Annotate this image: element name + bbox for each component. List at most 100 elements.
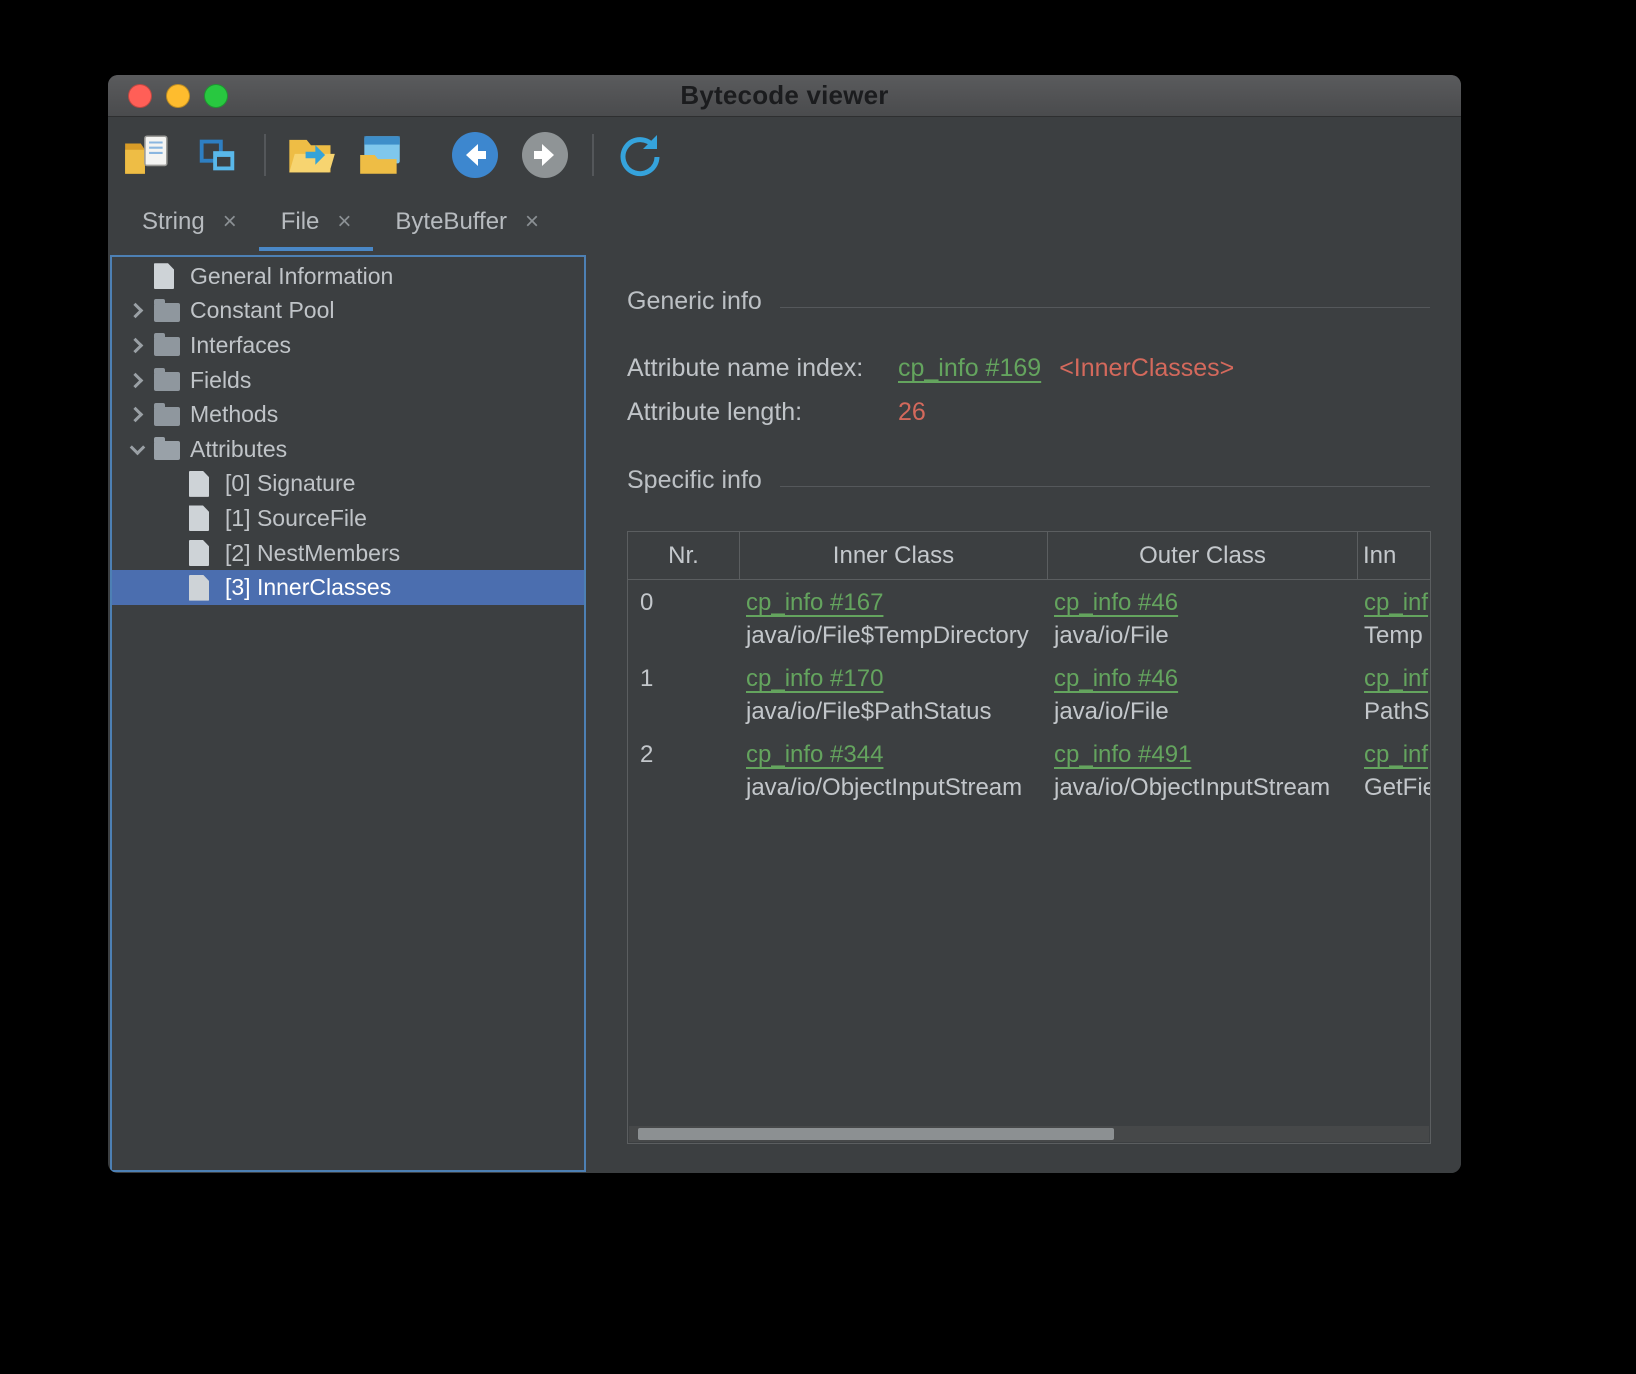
open-class-file-icon — [125, 134, 168, 174]
toolbar-separator — [264, 133, 266, 176]
back-icon — [452, 131, 498, 178]
row-number: 1 — [640, 665, 654, 692]
tab-string[interactable]: String × — [120, 192, 259, 251]
outer-class-link[interactable]: cp_info #46 — [1054, 586, 1358, 619]
forward-button[interactable] — [518, 128, 572, 182]
chevron-right-icon[interactable] — [120, 406, 154, 423]
new-window-icon — [199, 139, 235, 170]
sidebar-item-methods[interactable]: Methods — [112, 397, 584, 432]
table-header-row: Nr. Inner Class Outer Class Inn — [628, 532, 1430, 580]
inner-class-link[interactable]: cp_info #344 — [746, 738, 1048, 771]
tab-file[interactable]: File × — [258, 192, 374, 251]
inner-name-link[interactable]: cp_inf — [1364, 662, 1430, 695]
inner-name-text: GetFie — [1364, 774, 1431, 801]
tab-bytebuffer-label: ByteBuffer — [395, 207, 508, 235]
chevron-down-icon[interactable] — [120, 439, 154, 456]
folder-icon — [154, 402, 186, 426]
inner-class-link[interactable]: cp_info #170 — [746, 662, 1048, 695]
window-title: Bytecode viewer — [680, 80, 889, 110]
sidebar-item-constant-pool[interactable]: Constant Pool — [112, 294, 584, 329]
tab-string-label: String — [142, 207, 205, 235]
folder-icon — [154, 333, 186, 357]
inner-class-name: java/io/File$TempDirectory — [746, 622, 1029, 649]
content-area: General Information Constant Pool Interf… — [108, 252, 1461, 1173]
column-header-inner-name: Inn — [1363, 541, 1397, 569]
document-icon — [189, 540, 221, 567]
heading-rule — [779, 307, 1430, 308]
sidebar-item-interfaces[interactable]: Interfaces — [112, 328, 584, 363]
table-row: 2 cp_info #344 java/io/ObjectInputStream… — [628, 732, 1430, 804]
open-folder-icon — [289, 139, 335, 172]
attribute-name-index-label: Attribute name index: — [627, 354, 864, 382]
column-header-nr: Nr. — [628, 532, 740, 579]
cp-info-169-link[interactable]: cp_info #169 — [898, 354, 1041, 382]
document-icon — [189, 574, 221, 601]
tab-file-close-icon[interactable]: × — [337, 209, 351, 234]
folder-icon — [154, 368, 186, 392]
detail-panel: Generic info Attribute name index: cp_inf… — [586, 252, 1461, 1173]
document-icon — [154, 263, 186, 290]
generic-info-heading: Generic info — [627, 287, 1430, 316]
close-window-button[interactable] — [128, 83, 152, 108]
document-icon — [189, 470, 221, 497]
outer-class-name: java/io/ObjectInputStream — [1054, 774, 1331, 801]
sidebar-item-general-information[interactable]: General Information — [112, 259, 584, 294]
tab-file-label: File — [280, 207, 320, 235]
traffic-lights — [128, 83, 228, 108]
attribute-length-label: Attribute length: — [627, 398, 803, 426]
forward-icon — [522, 131, 568, 178]
chevron-right-icon[interactable] — [120, 303, 154, 319]
tab-string-close-icon[interactable]: × — [223, 209, 237, 234]
attribute-name-index-row: Attribute name index: cp_info #169 <InnerC… — [627, 352, 1234, 384]
zoom-window-button[interactable] — [204, 83, 228, 108]
column-header-outer-class: Outer Class — [1048, 532, 1358, 579]
save-workspace-button[interactable] — [354, 128, 408, 182]
tab-bar: String × File × ByteBuffer × — [108, 192, 1461, 251]
inner-name-text: Temp — [1364, 622, 1423, 649]
inner-name-link[interactable]: cp_inf — [1364, 738, 1430, 771]
inner-class-link[interactable]: cp_info #167 — [746, 586, 1048, 619]
sidebar-item-attributes[interactable]: Attributes — [112, 432, 584, 467]
document-icon — [189, 505, 221, 532]
structure-tree-panel: General Information Constant Pool Interf… — [110, 255, 586, 1172]
back-button[interactable] — [448, 128, 502, 182]
toolbar-separator — [592, 133, 594, 176]
heading-rule — [779, 486, 1430, 487]
new-window-button[interactable] — [190, 128, 244, 182]
attribute-length-row: Attribute length: 26 — [627, 396, 926, 428]
inner-name-link[interactable]: cp_inf — [1364, 586, 1430, 619]
outer-class-link[interactable]: cp_info #46 — [1054, 662, 1358, 695]
sidebar-item-sourcefile[interactable]: [1] SourceFile — [112, 501, 584, 536]
chevron-right-icon[interactable] — [120, 372, 154, 388]
inner-classes-table: Nr. Inner Class Outer Class Inn 0 cp_inf… — [627, 531, 1431, 1144]
horizontal-scrollbar-thumb[interactable] — [638, 1128, 1114, 1140]
inner-class-name: java/io/File$PathStatus — [746, 698, 992, 725]
outer-class-link[interactable]: cp_info #491 — [1054, 738, 1358, 771]
open-class-file-button[interactable] — [120, 128, 174, 182]
reload-icon — [620, 134, 660, 176]
sidebar-item-innerclasses[interactable]: [3] InnerClasses — [112, 570, 584, 605]
sidebar-item-nestmembers[interactable]: [2] NestMembers — [112, 536, 584, 571]
sidebar-item-signature[interactable]: [0] Signature — [112, 467, 584, 502]
reload-button[interactable] — [612, 128, 666, 182]
horizontal-scrollbar[interactable] — [629, 1126, 1429, 1142]
open-used-file-button[interactable] — [284, 128, 338, 182]
table-row: 1 cp_info #170 java/io/File$PathStatus c… — [628, 656, 1430, 728]
minimize-window-button[interactable] — [166, 83, 190, 108]
row-number: 2 — [640, 741, 654, 768]
save-workspace-icon — [360, 135, 400, 174]
column-header-inner-class: Inner Class — [740, 532, 1048, 579]
resolved-attribute-name: <InnerClasses> — [1059, 354, 1235, 382]
attribute-length-value: 26 — [898, 398, 926, 426]
inner-class-name: java/io/ObjectInputStream — [746, 774, 1023, 801]
title-bar: Bytecode viewer — [108, 75, 1461, 117]
chevron-right-icon[interactable] — [120, 337, 154, 354]
folder-icon — [154, 298, 186, 322]
tab-bytebuffer[interactable]: ByteBuffer × — [373, 192, 561, 251]
toolbar — [108, 117, 1461, 192]
row-number: 0 — [640, 589, 654, 616]
tab-bytebuffer-close-icon[interactable]: × — [525, 209, 539, 234]
inner-name-text: PathS — [1364, 698, 1430, 725]
sidebar-item-fields[interactable]: Fields — [112, 363, 584, 398]
table-row: 0 cp_info #167 java/io/File$TempDirector… — [628, 580, 1430, 652]
